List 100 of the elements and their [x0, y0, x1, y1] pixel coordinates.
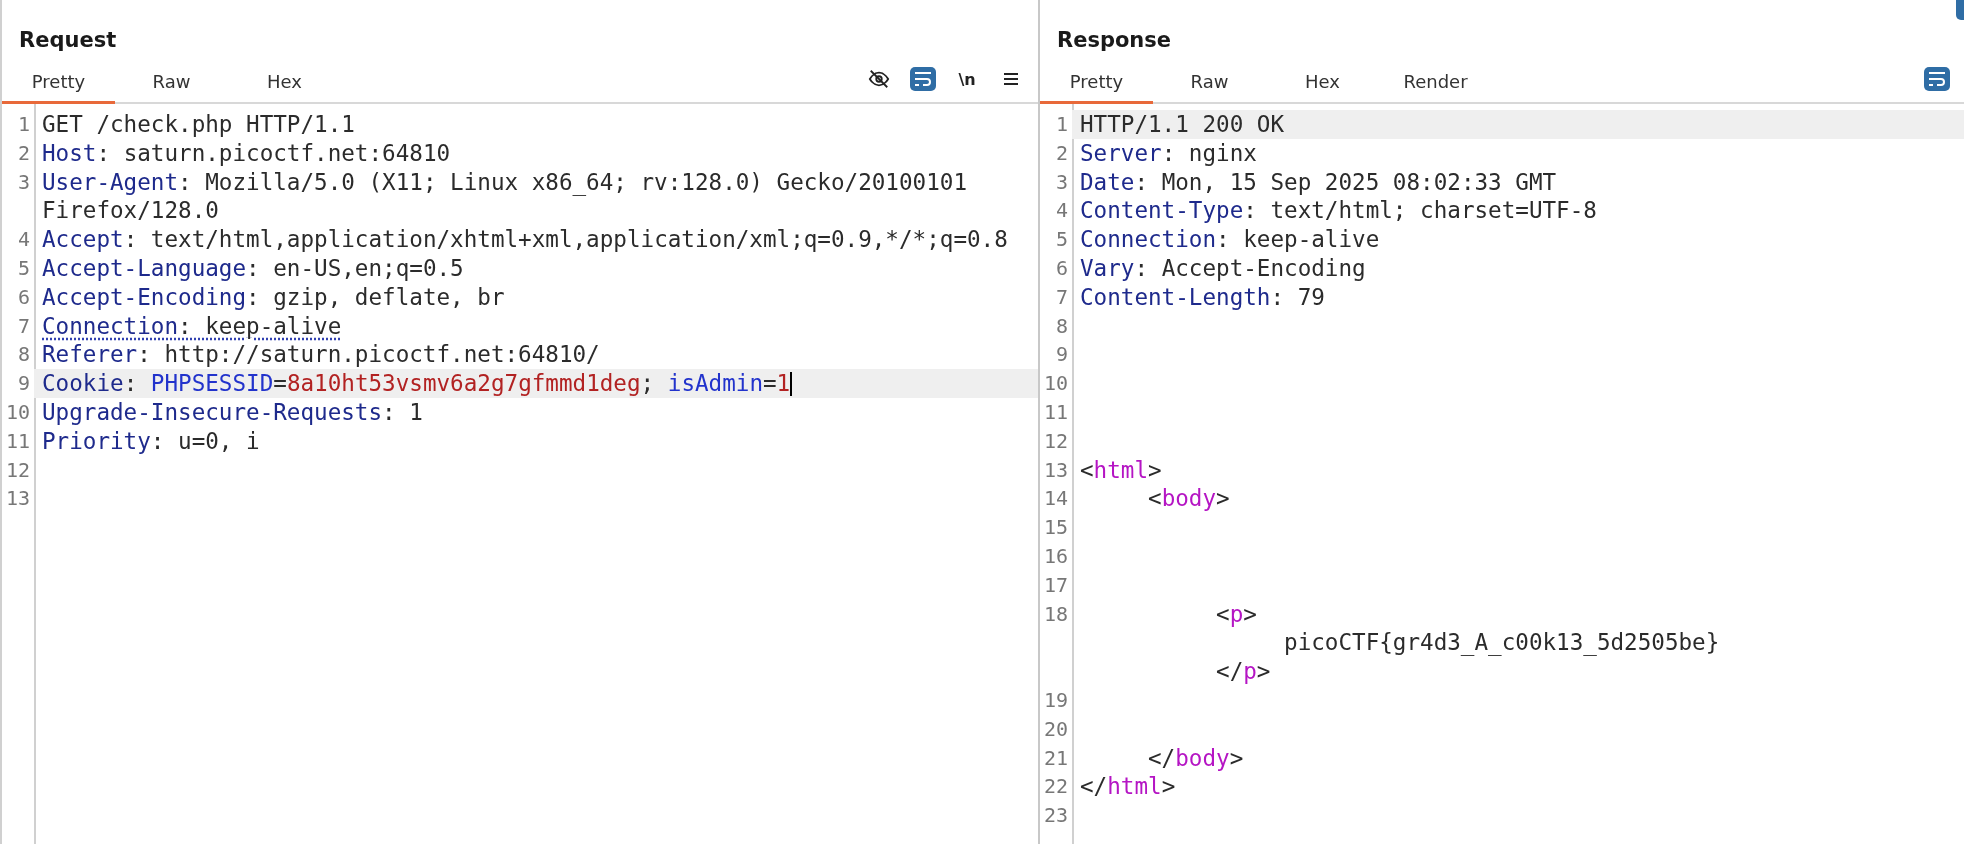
line-number: 22 [1042, 773, 1069, 801]
code-token: Host [42, 138, 97, 168]
wrap-icon [914, 71, 932, 87]
code-token: isAdmin [667, 369, 763, 398]
line-number: 17 [1042, 571, 1069, 599]
code-token: = [763, 369, 777, 398]
code-token: html [1107, 772, 1162, 802]
code-token: GET /check.php HTTP/1.1 [42, 110, 355, 139]
code-token: : Accept-Encoding [1134, 254, 1366, 283]
line-number: 13 [1042, 456, 1069, 484]
code-token: : text/html; charset=UTF-8 [1243, 196, 1597, 226]
code-token: > [1229, 743, 1244, 773]
code-token: : 79 [1270, 282, 1325, 312]
view-tab[interactable]: Raw [115, 60, 228, 104]
code-token: HTTP/1.1 200 OK [1080, 110, 1285, 139]
line-number: 1 [16, 111, 31, 138]
line-number: 3 [1054, 168, 1069, 196]
line-number: 2 [16, 139, 31, 167]
code-token: : keep-alive [1216, 225, 1380, 254]
text-cursor [790, 371, 793, 396]
wrap-toggle[interactable] [1924, 67, 1950, 91]
line-number: 16 [1042, 542, 1069, 570]
line-number: 5 [1054, 226, 1069, 254]
code-token: > [1243, 599, 1257, 629]
line-number: 10 [1042, 370, 1069, 398]
code-token: PHPSESSID [150, 369, 274, 398]
code-token: < [1080, 455, 1094, 485]
code-token: Firefox/128.0 [42, 196, 219, 226]
corner-tab[interactable] [1956, 0, 1964, 20]
hide-toggle[interactable] [866, 67, 892, 91]
panel-title: Response [1057, 28, 1172, 54]
code-token: Upgrade-Insecure-Requests [42, 397, 383, 427]
line-number: 4 [16, 226, 31, 254]
menu-icon [1003, 72, 1019, 86]
code-token: Content-Length [1080, 282, 1271, 312]
view-tab[interactable]: Hex [228, 60, 341, 104]
line-number: 23 [1042, 802, 1069, 830]
code-token: Accept [42, 225, 124, 254]
code-token: p [1229, 599, 1244, 629]
code-token: : Mon, 15 Sep 2025 08:02:33 GMT [1134, 167, 1557, 197]
code-token: : en-US,en;q=0.5 [246, 254, 464, 283]
line-number: 6 [1054, 255, 1069, 282]
line-number: 9 [1054, 341, 1069, 369]
code-token: body [1161, 484, 1217, 514]
line-number: 9 [16, 370, 31, 398]
code-token: : [123, 369, 139, 398]
line-number: 20 [1042, 715, 1069, 743]
line-number: 21 [1042, 744, 1069, 772]
code-token: User-Agent [42, 167, 179, 197]
code-token: p [1243, 657, 1257, 686]
code-token: : http://saturn.picoctf.net:64810/ [137, 340, 600, 370]
line-number: 5 [16, 255, 31, 282]
code-token: > [1216, 484, 1230, 514]
code-token: </ [1147, 743, 1176, 773]
code-token: > [1148, 455, 1162, 485]
wrap-icon [1928, 71, 1946, 87]
code-token: = [273, 369, 287, 398]
code-token: Cookie [42, 369, 124, 398]
code-token: Date [1080, 167, 1135, 197]
code-token: Connection [42, 311, 179, 341]
line-number: 6 [16, 283, 31, 311]
code-token: Connection [1080, 225, 1217, 254]
code-token: : u=0, i [150, 426, 260, 456]
line-number: 2 [1054, 139, 1069, 167]
code-token: Server [1080, 138, 1162, 168]
code-token: : Mozilla/5.0 (X11; Linux x86_64; rv:128.0) Gecko/20100101 [178, 167, 967, 197]
view-tab[interactable]: Render [1379, 60, 1492, 104]
code-token: 8a10ht53vsmv6a2g7gfmmd1deg [286, 369, 641, 398]
code-token: : nginx [1161, 138, 1257, 168]
line-number: 13 [4, 485, 31, 513]
code-token: body [1175, 743, 1230, 773]
newline-toggle[interactable]: \n [954, 67, 980, 91]
code-token: < [1215, 599, 1230, 629]
line-number: 3 [16, 168, 31, 196]
code-token: </ [1215, 657, 1244, 686]
code-token: Vary [1080, 254, 1135, 283]
code-token: : saturn.picoctf.net:64810 [96, 138, 451, 168]
code-token: : gzip, deflate, br [246, 282, 505, 312]
wrap-toggle[interactable] [910, 67, 936, 91]
code-token: 1 [776, 369, 791, 398]
code-token: < [1147, 484, 1162, 514]
code-token: </ [1080, 772, 1108, 802]
line-number: 1 [1054, 111, 1069, 138]
code-token: > [1256, 657, 1271, 686]
code-token: Content-Type [1080, 196, 1244, 226]
view-tab[interactable]: Raw [1153, 60, 1266, 104]
code-token: picoCTF{gr4d3_A_c00k13_5d2505be} [1283, 628, 1720, 658]
code-token: > [1161, 772, 1176, 802]
line-number: 7 [16, 312, 31, 340]
line-number: 11 [4, 427, 31, 455]
code-token: html [1093, 455, 1149, 485]
line-number: 10 [4, 398, 31, 426]
view-tab[interactable]: Hex [1266, 60, 1379, 104]
code-token: ; [640, 369, 656, 398]
code-token: Referer [42, 340, 138, 370]
code-token: Accept-Encoding [42, 282, 247, 312]
line-number: 4 [1054, 197, 1069, 225]
line-number: 11 [1042, 398, 1069, 426]
line-number: 15 [1042, 514, 1069, 542]
code-token: : keep-alive [178, 311, 342, 341]
